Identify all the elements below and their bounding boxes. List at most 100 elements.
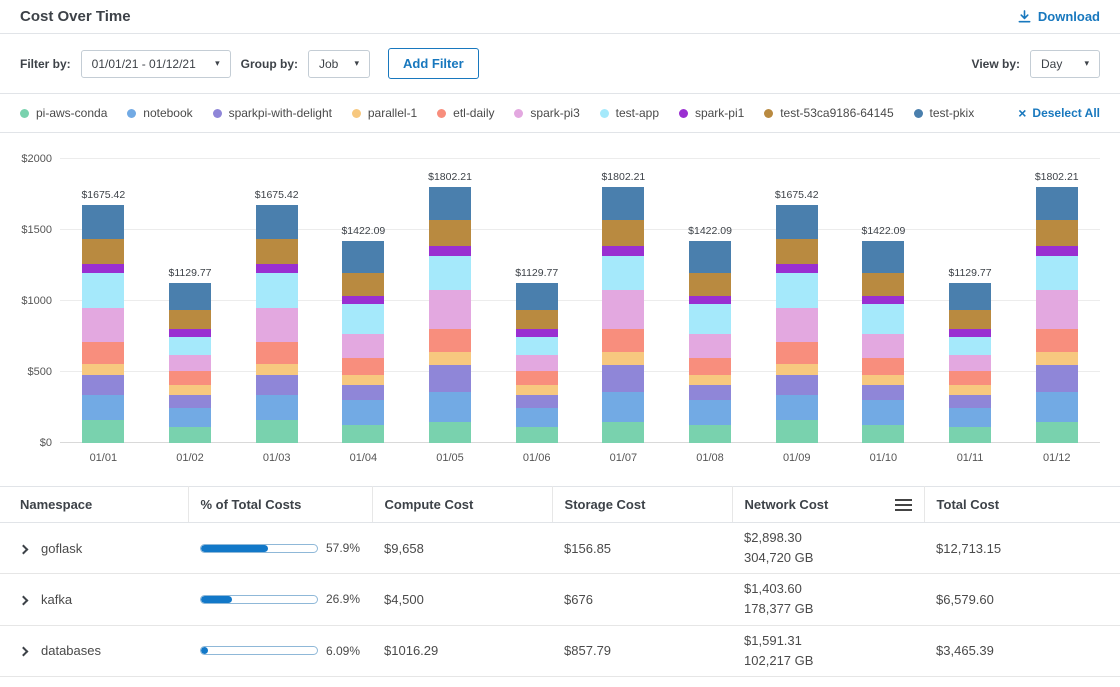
bar-stack[interactable] <box>169 283 211 443</box>
bar-segment[interactable] <box>342 273 384 296</box>
bar-segment[interactable] <box>689 385 731 401</box>
bar-segment[interactable] <box>776 308 818 342</box>
bar-segment[interactable] <box>169 329 211 336</box>
bar-segment[interactable] <box>516 371 558 385</box>
bar-segment[interactable] <box>169 395 211 408</box>
bar-segment[interactable] <box>776 342 818 363</box>
bar-segment[interactable] <box>1036 246 1078 256</box>
bar-segment[interactable] <box>1036 220 1078 246</box>
bar-segment[interactable] <box>862 375 904 385</box>
legend-item[interactable]: spark-pi1 <box>679 106 744 120</box>
bar-stack[interactable] <box>516 283 558 443</box>
bar-segment[interactable] <box>429 256 471 290</box>
bar-stack[interactable] <box>1036 187 1078 443</box>
bar-segment[interactable] <box>429 422 471 443</box>
bar-segment[interactable] <box>342 304 384 334</box>
bar-segment[interactable] <box>516 337 558 355</box>
bar-segment[interactable] <box>1036 392 1078 422</box>
bar-segment[interactable] <box>516 427 558 443</box>
bar-segment[interactable] <box>602 352 644 365</box>
legend-item[interactable]: pi-aws-conda <box>20 106 107 120</box>
bar-segment[interactable] <box>429 392 471 422</box>
legend-item[interactable]: sparkpi-with-delight <box>213 106 332 120</box>
bar-stack[interactable] <box>82 205 124 443</box>
bar-segment[interactable] <box>82 308 124 342</box>
bar-segment[interactable] <box>169 385 211 395</box>
bar-segment[interactable] <box>776 364 818 375</box>
bar-segment[interactable] <box>516 355 558 371</box>
bar-segment[interactable] <box>342 358 384 375</box>
bar-segment[interactable] <box>1036 329 1078 352</box>
bar-segment[interactable] <box>949 337 991 355</box>
bar-stack[interactable] <box>429 187 471 443</box>
bar-segment[interactable] <box>776 375 818 395</box>
bar-segment[interactable] <box>516 408 558 428</box>
bar-segment[interactable] <box>949 355 991 371</box>
bar-stack[interactable] <box>862 241 904 443</box>
bar-segment[interactable] <box>949 385 991 395</box>
column-header-namespace[interactable]: Namespace <box>0 487 188 523</box>
bar-segment[interactable] <box>862 425 904 443</box>
legend-item[interactable]: test-app <box>600 106 659 120</box>
bar-segment[interactable] <box>776 239 818 265</box>
column-header-percent[interactable]: % of Total Costs <box>188 487 372 523</box>
bar-segment[interactable] <box>1036 352 1078 365</box>
bar-segment[interactable] <box>689 400 731 424</box>
bar-segment[interactable] <box>429 290 471 330</box>
bar-segment[interactable] <box>602 329 644 352</box>
legend-item[interactable]: test-53ca9186-64145 <box>764 106 893 120</box>
bar-segment[interactable] <box>82 375 124 395</box>
bar-segment[interactable] <box>256 273 298 309</box>
table-row[interactable]: kafka26.9%$4,500$676$1,403.60178,377 GB$… <box>0 574 1120 625</box>
bar-stack[interactable] <box>602 187 644 443</box>
bar-segment[interactable] <box>342 385 384 401</box>
bar-segment[interactable] <box>342 400 384 424</box>
bar-segment[interactable] <box>602 187 644 220</box>
bar-segment[interactable] <box>82 342 124 363</box>
bar-segment[interactable] <box>429 246 471 256</box>
legend-item[interactable]: spark-pi3 <box>514 106 579 120</box>
legend-item[interactable]: parallel-1 <box>352 106 417 120</box>
bar-segment[interactable] <box>1036 187 1078 220</box>
bar-segment[interactable] <box>862 358 904 375</box>
date-range-select[interactable]: 01/01/21 - 01/12/21 ▾ <box>81 50 231 78</box>
bar-segment[interactable] <box>949 329 991 336</box>
hamburger-menu-icon[interactable] <box>895 499 912 511</box>
bar-segment[interactable] <box>169 283 211 310</box>
bar-segment[interactable] <box>689 296 731 304</box>
table-row[interactable]: goflask57.9%$9,658$156.85$2,898.30304,72… <box>0 523 1120 574</box>
bar-segment[interactable] <box>169 427 211 443</box>
bar-segment[interactable] <box>1036 422 1078 443</box>
bar-segment[interactable] <box>949 395 991 408</box>
bar-segment[interactable] <box>862 273 904 296</box>
bar-segment[interactable] <box>1036 256 1078 290</box>
bar-segment[interactable] <box>256 375 298 395</box>
bar-segment[interactable] <box>516 329 558 336</box>
bar-segment[interactable] <box>862 304 904 334</box>
bar-segment[interactable] <box>342 334 384 358</box>
bar-segment[interactable] <box>169 408 211 428</box>
bar-segment[interactable] <box>862 400 904 424</box>
bar-segment[interactable] <box>602 392 644 422</box>
bar-segment[interactable] <box>1036 290 1078 330</box>
bar-segment[interactable] <box>689 273 731 296</box>
bar-segment[interactable] <box>516 283 558 310</box>
deselect-all-button[interactable]: × Deselect All <box>1018 106 1100 120</box>
bar-segment[interactable] <box>776 273 818 309</box>
expand-chevron-icon[interactable] <box>19 647 29 657</box>
bar-segment[interactable] <box>516 385 558 395</box>
table-row[interactable]: databases6.09%$1016.29$857.79$1,591.3110… <box>0 625 1120 676</box>
bar-segment[interactable] <box>256 364 298 375</box>
download-button[interactable]: Download <box>1017 9 1100 24</box>
bar-segment[interactable] <box>169 310 211 330</box>
expand-chevron-icon[interactable] <box>19 595 29 605</box>
bar-segment[interactable] <box>776 420 818 443</box>
bar-segment[interactable] <box>256 264 298 273</box>
bar-segment[interactable] <box>602 290 644 330</box>
bar-segment[interactable] <box>256 342 298 363</box>
bar-segment[interactable] <box>949 427 991 443</box>
bar-segment[interactable] <box>776 205 818 238</box>
bar-segment[interactable] <box>82 273 124 309</box>
bar-segment[interactable] <box>862 241 904 273</box>
bar-segment[interactable] <box>256 308 298 342</box>
